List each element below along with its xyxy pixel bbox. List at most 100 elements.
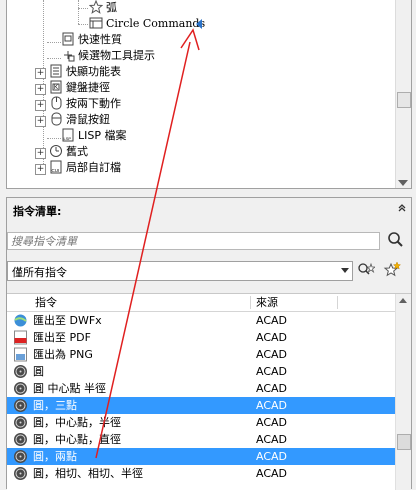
column-header-command[interactable]: 指令	[35, 294, 57, 311]
toolbar-icon	[89, 17, 103, 29]
command-search-field[interactable]	[7, 232, 380, 250]
circle-center-radius-icon	[14, 382, 27, 395]
command-list-scrollbar[interactable]	[395, 294, 411, 490]
command-source: ACAD	[256, 348, 288, 361]
tree-item-mouse-buttons[interactable]: + 滑鼠按鈕	[35, 112, 110, 128]
customizations-tree[interactable]: 弧 Circle Commands 快速性質 候選物工具提示 + 快顯功能表 + K…	[6, 0, 412, 189]
partial-cui-icon: CUI	[50, 160, 62, 174]
command-list[interactable]: 指令 來源 匯出至 DWFx ACAD 匯出至 PDF ACAD 匯出為 PNG ACAD…	[7, 293, 411, 490]
command-search-input[interactable]	[8, 233, 374, 249]
command-row[interactable]: 圓 中心點 半徑 ACAD	[7, 380, 395, 397]
tree-item-label: 舊式	[66, 145, 88, 158]
expand-icon[interactable]: +	[35, 68, 46, 79]
column-header-source[interactable]: 來源	[256, 294, 278, 311]
tree-guide-line	[78, 0, 79, 24]
shortcut-menu-icon	[50, 64, 62, 78]
rollover-tooltip-icon	[64, 51, 75, 62]
command-source: ACAD	[256, 450, 288, 463]
command-name: 圓 中心點 半徑	[33, 382, 106, 395]
tree-scrollbar[interactable]	[395, 0, 411, 188]
star-outline-icon	[89, 0, 103, 14]
command-list-header: 指令 來源	[7, 294, 395, 312]
command-name: 匯出至 DWFx	[33, 314, 102, 327]
tree-item-double-click-actions[interactable]: + 按兩下動作	[35, 96, 121, 112]
command-name: 圓	[33, 365, 44, 378]
tree-item-lisp-files[interactable]: LSP LISP 檔案	[47, 128, 127, 144]
tree-item-arc[interactable]: 弧	[89, 0, 117, 16]
command-list-title: 指令清單:	[13, 205, 62, 218]
command-row[interactable]: 匯出為 PNG ACAD	[7, 346, 395, 363]
panel-splitter[interactable]	[0, 189, 416, 197]
command-source: ACAD	[256, 433, 288, 446]
scroll-up-icon[interactable]	[399, 298, 407, 303]
command-source: ACAD	[256, 467, 288, 480]
tree-item-label: 快速性質	[78, 33, 122, 46]
command-source: ACAD	[256, 331, 288, 344]
expand-icon[interactable]: +	[35, 148, 46, 159]
new-command-star-icon[interactable]	[383, 261, 401, 279]
expand-icon[interactable]: +	[35, 164, 46, 175]
svg-text:K: K	[54, 85, 58, 91]
command-source: ACAD	[256, 365, 288, 378]
tree-item-label: 局部自訂檔	[66, 161, 121, 174]
tree-item-shortcut-menus[interactable]: + 快顯功能表	[35, 64, 121, 80]
command-source: ACAD	[256, 382, 288, 395]
command-filter-dropdown[interactable]: 僅所有指令	[7, 261, 353, 281]
circle-ttr-icon	[14, 467, 27, 480]
command-row[interactable]: 圓 ACAD	[7, 363, 395, 380]
command-list-panel: 指令清單: 僅所有指令 指令 來源 匯出至 DWFx ACAD 匯出至 PDF ACA…	[6, 197, 412, 490]
expand-icon[interactable]: +	[35, 84, 46, 95]
tree-item-partial-customization[interactable]: + CUI 局部自訂檔	[35, 160, 121, 176]
chevron-down-icon	[341, 268, 349, 273]
command-row[interactable]: 圓，三點 ACAD	[7, 397, 395, 414]
circle-center-diameter-icon	[14, 433, 27, 446]
command-list-scroll-thumb[interactable]	[397, 434, 411, 450]
svg-text:LSP: LSP	[64, 136, 72, 141]
command-row[interactable]: 圓，中心點，半徑 ACAD	[7, 414, 395, 431]
column-divider[interactable]	[250, 296, 251, 309]
tree-item-label: 按兩下動作	[66, 97, 121, 110]
scroll-down-icon[interactable]	[398, 180, 408, 186]
command-source: ACAD	[256, 314, 288, 327]
tree-item-circle-commands[interactable]: Circle Commands	[89, 16, 206, 32]
find-command-icon[interactable]	[357, 261, 375, 279]
circle-2point-icon	[14, 450, 27, 463]
tree-item-legacy[interactable]: + 舊式	[35, 144, 88, 160]
tree-item-keyboard-shortcuts[interactable]: + K 鍵盤捷徑	[35, 80, 110, 96]
command-name: 圓，中心點，半徑	[33, 416, 121, 429]
collapse-icon[interactable]	[397, 203, 407, 213]
tree-guide-line	[78, 8, 88, 9]
export-dwfx-icon	[14, 314, 27, 327]
circle-center-radius-icon	[14, 416, 27, 429]
tree-item-label: LISP 檔案	[78, 129, 127, 142]
search-icon[interactable]	[387, 231, 405, 249]
tree-item-label: 弧	[106, 1, 117, 14]
command-row[interactable]: 匯出至 DWFx ACAD	[7, 312, 395, 329]
keyboard-shortcut-icon: K	[50, 80, 62, 94]
tree-item-label: 候選物工具提示	[78, 49, 155, 62]
command-name: 圓，三點	[33, 399, 77, 412]
tree-guide-line	[78, 24, 88, 25]
mouse-button-icon	[51, 112, 62, 126]
command-row[interactable]: 匯出至 PDF ACAD	[7, 329, 395, 346]
tree-item-label: 鍵盤捷徑	[66, 81, 110, 94]
command-name: 圓，中心點，直徑	[33, 433, 121, 446]
lisp-file-icon: LSP	[62, 128, 74, 142]
command-name: 匯出為 PNG	[33, 348, 93, 361]
command-row[interactable]: 圓，兩點 ACAD	[7, 448, 395, 465]
tree-item-rollover-tooltips[interactable]: 候選物工具提示	[47, 48, 155, 64]
command-row[interactable]: 圓，相切、相切、半徑 ACAD	[7, 465, 395, 482]
filter-selected-value: 僅所有指令	[12, 266, 67, 279]
legacy-icon	[50, 145, 62, 157]
circle-3point-icon	[14, 399, 27, 412]
command-row[interactable]: 圓，中心點，直徑 ACAD	[7, 431, 395, 448]
expand-icon[interactable]: +	[35, 100, 46, 111]
tree-item-label: 快顯功能表	[66, 65, 121, 78]
tree-item-quick-properties[interactable]: 快速性質	[47, 32, 122, 48]
quick-properties-icon	[62, 32, 74, 46]
command-name: 圓，相切、相切、半徑	[33, 467, 143, 480]
column-divider[interactable]	[337, 296, 338, 309]
double-click-icon	[51, 96, 62, 110]
expand-icon[interactable]: +	[35, 116, 46, 127]
tree-scroll-thumb[interactable]	[397, 92, 411, 108]
